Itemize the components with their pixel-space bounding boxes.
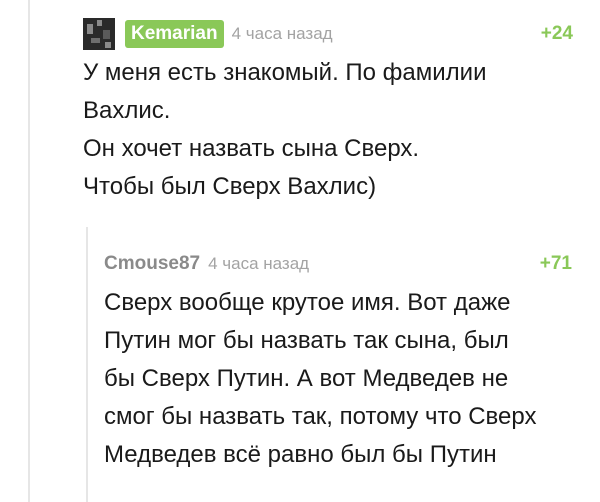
reply-thread-line [86,227,88,502]
thread-line [28,0,30,502]
rating: +24 [540,23,573,44]
comment-line: У меня есть знакомый. По фамилии [83,59,487,86]
rating: +71 [539,253,572,274]
comment-line: Вахлис. [83,97,171,124]
comment-line: Сверх вообще крутое имя. Вот даже [104,289,511,316]
timestamp[interactable]: 4 часа назад [208,254,309,274]
comment-line: Он хочет назвать сына Сверх. [83,135,420,162]
reply-comment: Cmouse87 4 часа назад +71 Сверх вообще к… [104,248,584,474]
comment-line: бы Сверх Путин. А вот Медведев не [104,365,509,392]
comment-body: Сверх вообще крутое имя. Вот даже Путин … [104,284,584,474]
comment-line: Путин мог бы назвать так сына, был [104,327,509,354]
comment: Kemarian 4 часа назад +24 У меня есть зн… [83,18,583,206]
username[interactable]: Kemarian [125,20,224,48]
username[interactable]: Cmouse87 [104,253,200,275]
comment-header: Cmouse87 4 часа назад +71 [104,248,584,280]
comment-line: смог бы назвать так, потому что Сверх [104,403,537,430]
comment-header: Kemarian 4 часа назад +24 [83,18,583,50]
comment-line: Чтобы был Сверх Вахлис) [83,173,377,200]
timestamp[interactable]: 4 часа назад [232,24,333,44]
avatar[interactable] [83,18,115,50]
comment-line: Медведев всё равно был бы Путин [104,441,497,468]
comment-body: У меня есть знакомый. По фамилии Вахлис.… [83,54,583,206]
